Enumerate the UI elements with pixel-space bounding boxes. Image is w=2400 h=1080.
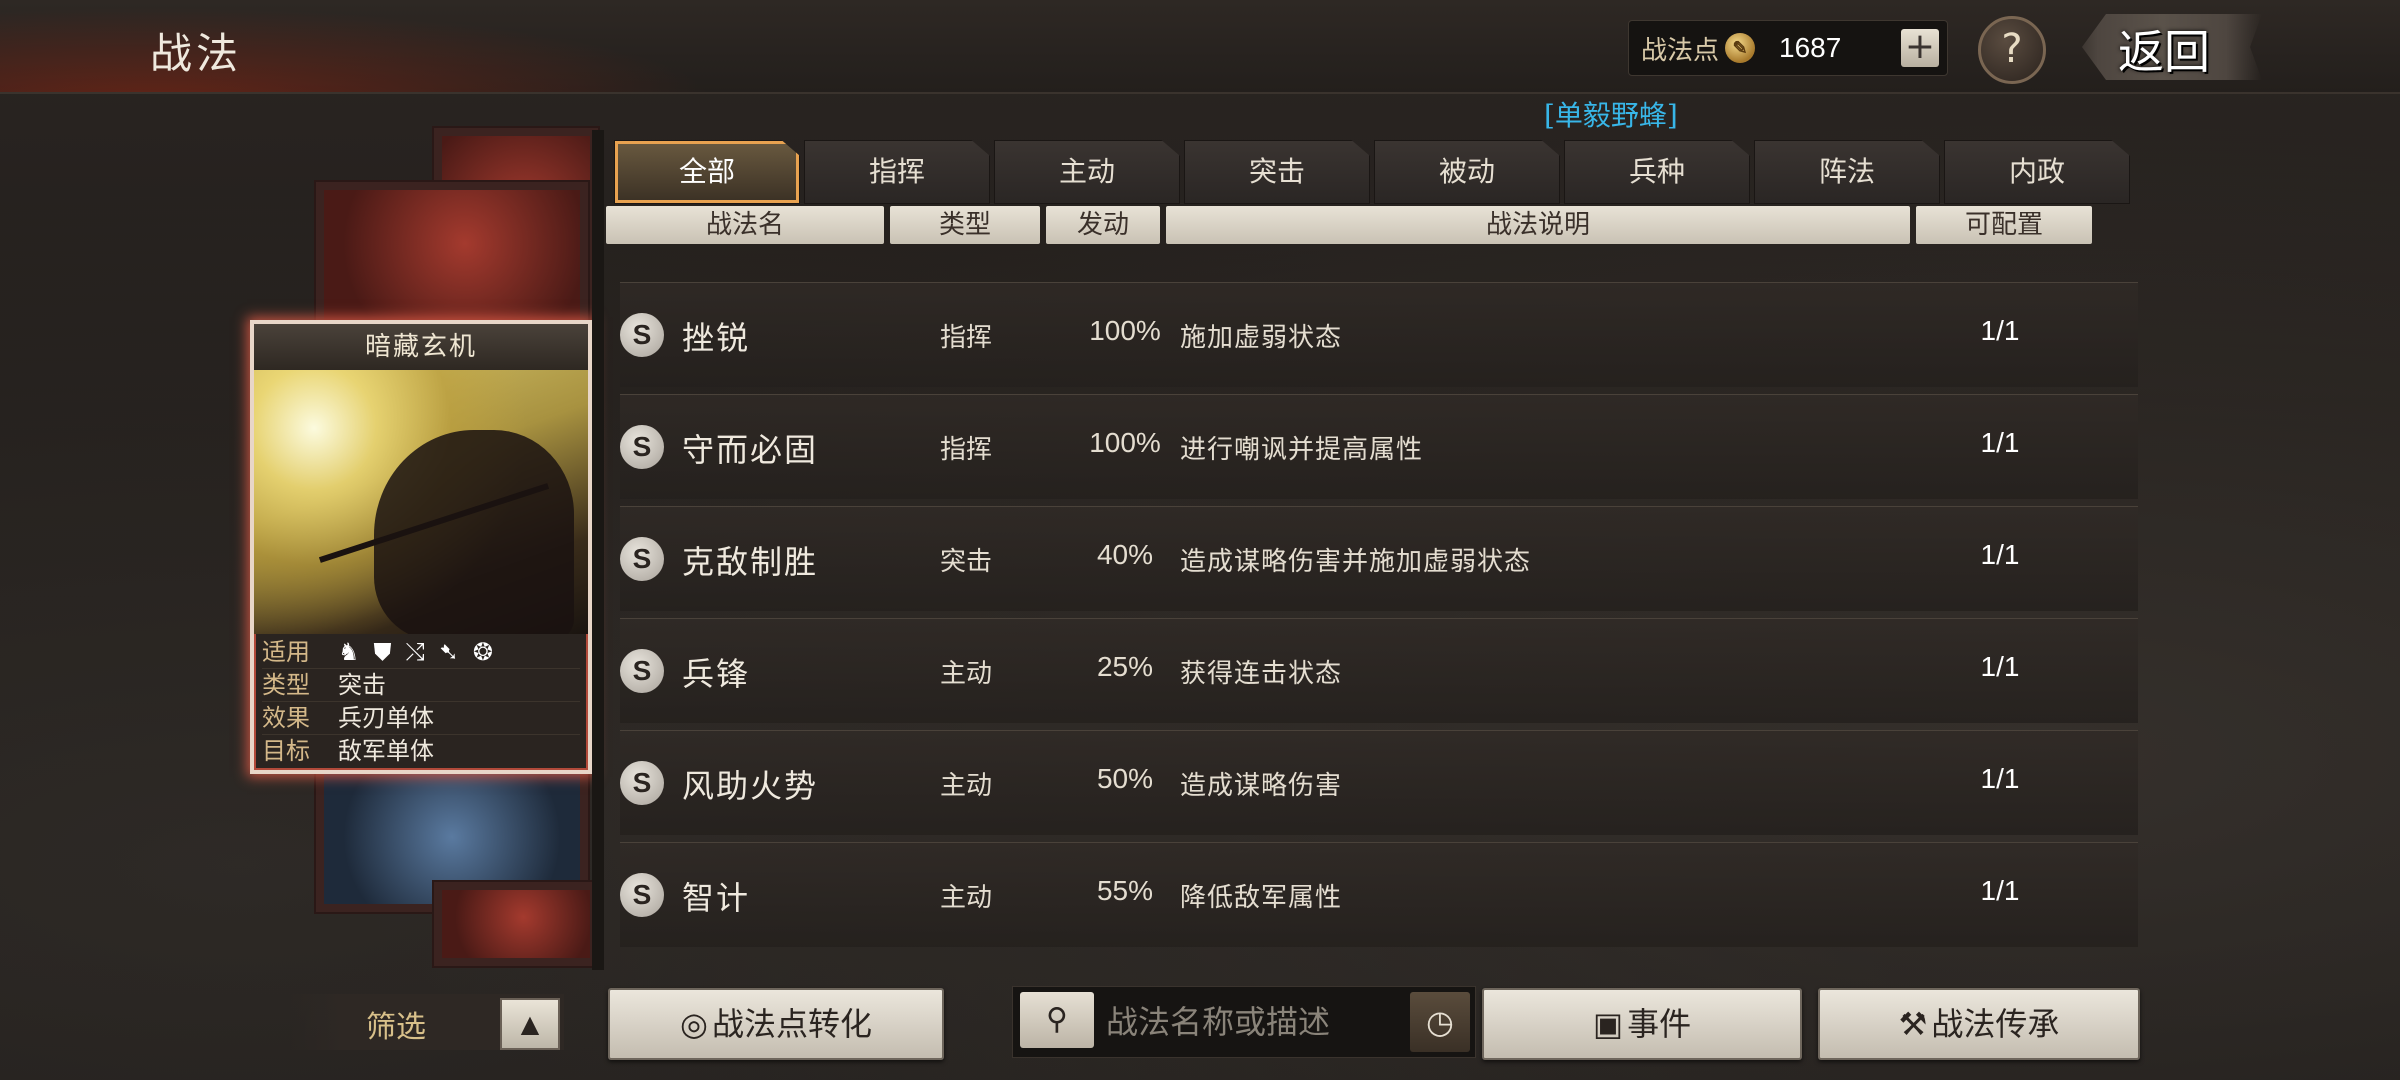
grade-s-icon: S (620, 873, 664, 917)
tactic-type: 指挥 (940, 435, 993, 465)
tab-command[interactable]: 指挥 (804, 140, 990, 204)
general-name[interactable]: [单毅野蜂] (1544, 94, 1678, 134)
convert-icon: ◎ (680, 1005, 708, 1043)
tactic-configurable: 1/1 (1980, 315, 2020, 346)
column-description: 战法说明 (1166, 206, 1910, 244)
bow-icon: ⤭ (405, 638, 425, 666)
table-row[interactable]: S 挫锐 指挥 100% 施加虚弱状态 1/1 (620, 282, 2138, 387)
column-rate[interactable]: 发动 (1046, 206, 1160, 244)
tactic-description: 进行嘲讽并提高属性 (1180, 435, 1424, 465)
tactic-configurable: 1/1 (1980, 651, 2020, 682)
table-row[interactable]: S 克敌制胜 突击 40% 造成谋略伤害并施加虚弱状态 1/1 (620, 506, 2138, 611)
tactic-rate: 50% (1096, 763, 1154, 794)
tab-troop[interactable]: 兵种 (1564, 140, 1750, 204)
tab-formation[interactable]: 阵法 (1754, 140, 1940, 204)
shield-icon: ⛊ (373, 638, 392, 666)
tactic-rate: 40% (1096, 539, 1154, 570)
page-title: 战法 (150, 29, 243, 78)
tactic-name: 守而必固 (682, 431, 819, 469)
column-configurable[interactable]: 可配置 (1916, 206, 2092, 244)
tab-active[interactable]: 主动 (994, 140, 1180, 204)
card-attributes: 适用 ♞ ⛊ ⤭ ➷ ❂ 类型 突击 效果 兵刃单体 目标 敌军单体 (254, 634, 588, 769)
triangle-up-icon: ▲ (520, 1010, 540, 1038)
grade-s-icon: S (620, 649, 664, 693)
tactic-description: 施加虚弱状态 (1180, 323, 1343, 353)
search-icon: ⚲ (1046, 1002, 1068, 1037)
tactic-rate: 100% (1089, 427, 1161, 458)
tab-passive[interactable]: 被动 (1374, 140, 1560, 204)
card-back-upper[interactable] (314, 180, 590, 334)
search-input[interactable] (1104, 994, 1408, 1050)
points-value: 1687 (1779, 32, 1842, 63)
selected-tactic-card[interactable]: 暗藏玄机 适用 ♞ ⛊ ⤭ ➷ ❂ 类型 突击 效果 兵刃单体 目标 敌军单体 (250, 320, 592, 774)
card-artwork (254, 370, 588, 634)
tactic-configurable: 1/1 (1980, 875, 2020, 906)
tactic-list[interactable]: S 挫锐 指挥 100% 施加虚弱状态 1/1 S 守而必固 指挥 100% 进… (620, 282, 2138, 962)
tactic-name: 智计 (682, 879, 751, 917)
column-type[interactable]: 类型 (890, 206, 1040, 244)
tactic-type: 突击 (940, 547, 993, 577)
tactic-configurable: 1/1 (1980, 427, 2020, 458)
cavalry-icon: ♞ (338, 638, 360, 666)
tactic-rate: 100% (1089, 315, 1161, 346)
spear-icon: ➷ (438, 638, 459, 666)
tactic-description: 造成谋略伤害并施加虚弱状态 (1180, 547, 1532, 577)
tactic-type: 指挥 (940, 323, 993, 353)
attr-row-type: 类型 突击 (262, 669, 580, 702)
hammer-icon: ⚒ (1898, 1005, 1928, 1043)
card-name: 暗藏玄机 (254, 324, 588, 370)
tactic-rate: 55% (1096, 875, 1154, 906)
tab-assault[interactable]: 突击 (1184, 140, 1370, 204)
tactic-rate: 25% (1096, 651, 1154, 682)
tactic-name: 风助火势 (682, 767, 819, 805)
tactic-description: 降低敌军属性 (1180, 883, 1343, 913)
table-row[interactable]: S 智计 主动 55% 降低敌军属性 1/1 (620, 842, 2138, 947)
grade-s-icon: S (620, 537, 664, 581)
table-header: 战法名 类型 发动 战法说明 可配置 (606, 206, 2098, 246)
history-button[interactable]: ◷ (1410, 992, 1470, 1052)
grade-s-icon: S (620, 425, 664, 469)
tactic-name: 挫锐 (682, 319, 751, 357)
table-row[interactable]: S 风助火势 主动 50% 造成谋略伤害 1/1 (620, 730, 2138, 835)
inherit-tactic-button[interactable]: ⚒ 战法传承 (1818, 988, 2140, 1060)
tactic-type: 主动 (940, 883, 993, 913)
event-button[interactable]: ▣ 事件 (1482, 988, 1802, 1060)
tactic-configurable: 1/1 (1980, 763, 2020, 794)
table-row[interactable]: S 兵锋 主动 25% 获得连击状态 1/1 (620, 618, 2138, 723)
tactic-points-display: 战法点 ✎ 1687 + (1628, 20, 1948, 76)
filter-label[interactable]: 筛选 (366, 1002, 426, 1046)
tab-internal-affairs[interactable]: 内政 (1944, 140, 2130, 204)
card-back-bottom[interactable] (432, 880, 600, 968)
attr-row-effect: 效果 兵刃单体 (262, 702, 580, 735)
tactic-name: 兵锋 (682, 655, 751, 693)
column-name[interactable]: 战法名 (606, 206, 884, 244)
grade-s-icon: S (620, 761, 664, 805)
tab-all[interactable]: 全部 (614, 140, 800, 204)
clock-icon: ◷ (1426, 1003, 1454, 1041)
tactic-description: 获得连击状态 (1180, 659, 1343, 689)
back-label[interactable]: 返回 (2118, 16, 2210, 82)
tactic-type: 主动 (940, 771, 993, 801)
tactic-description: 造成谋略伤害 (1180, 771, 1343, 801)
help-button[interactable]: ? (1978, 16, 2046, 84)
points-label: 战法点 (1641, 35, 1720, 66)
tactic-type: 主动 (940, 659, 993, 689)
convert-points-button[interactable]: ◎ 战法点转化 (608, 988, 944, 1060)
chariot-icon: ❂ (472, 638, 493, 666)
tactic-name: 克敌制胜 (682, 543, 819, 581)
tactic-point-coin-icon: ✎ (1725, 33, 1756, 63)
add-points-button[interactable]: + (1901, 29, 1939, 67)
attr-row-target: 目标 敌军单体 (262, 737, 434, 765)
filter-expand-button[interactable]: ▲ (500, 998, 560, 1050)
attr-row-applicable: 适用 ♞ ⛊ ⤭ ➷ ❂ (262, 636, 580, 669)
search-button[interactable]: ⚲ (1020, 992, 1094, 1048)
troop-type-icons: ♞ ⛊ ⤭ ➷ ❂ (338, 636, 493, 668)
event-icon: ▣ (1592, 1005, 1624, 1043)
table-row[interactable]: S 守而必固 指挥 100% 进行嘲讽并提高属性 1/1 (620, 394, 2138, 499)
grade-s-icon: S (620, 313, 664, 357)
tactic-configurable: 1/1 (1980, 539, 2020, 570)
